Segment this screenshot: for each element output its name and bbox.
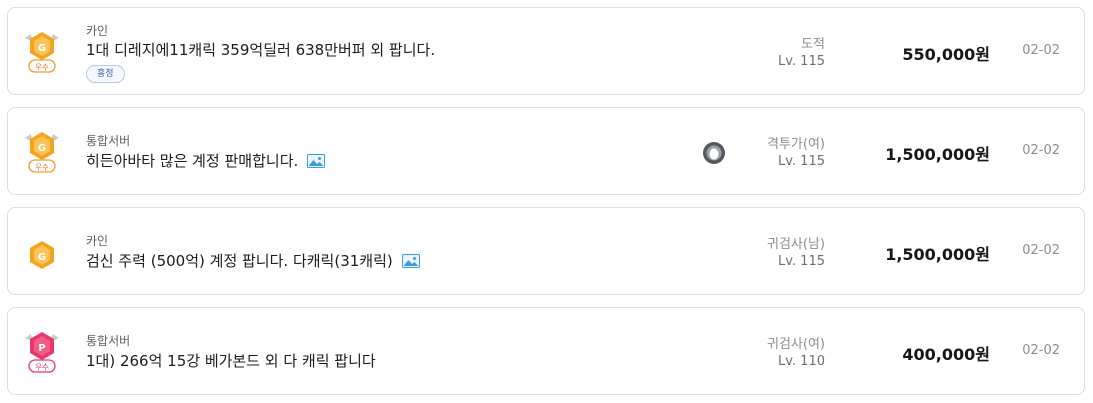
- character-level: Lv. 110: [777, 354, 825, 369]
- character-class: 격투가(여): [767, 137, 825, 152]
- svg-text:G: G: [38, 43, 46, 54]
- listing-title[interactable]: 검신 주력 (500억) 계정 팝니다. 다캐릭(31캐릭): [86, 250, 420, 271]
- gold-seller-badge-icon: G 우수: [22, 128, 62, 174]
- server-name: 카인: [86, 234, 109, 248]
- listing-list: G 우수 카인 1대 디레지에11캐릭 359억딜러 638만버퍼 외 팝니다.…: [0, 0, 1093, 403]
- svg-text:G: G: [38, 143, 46, 154]
- character-class: 도적: [801, 37, 825, 52]
- post-date: 02-02: [1022, 243, 1060, 258]
- badge-label: 우수: [35, 163, 49, 172]
- badge-label: 우수: [35, 363, 49, 372]
- image-attached-icon: [401, 253, 420, 268]
- post-date: 02-02: [1022, 143, 1060, 158]
- listing-title-text: 1대) 266억 15강 베가본드 외 다 캐릭 팝니다: [86, 352, 376, 370]
- negotiable-tag: 흥정: [86, 65, 125, 83]
- listing-title[interactable]: 1대) 266억 15강 베가본드 외 다 캐릭 팝니다: [86, 350, 376, 371]
- post-date: 02-02: [1022, 343, 1060, 358]
- listing-title[interactable]: 1대 디레지에11캐릭 359억딜러 638만버퍼 외 팝니다.: [86, 39, 435, 60]
- server-name: 통합서버: [86, 334, 131, 348]
- svg-text:G: G: [38, 252, 46, 263]
- listing-title-text: 1대 디레지에11캐릭 359억딜러 638만버퍼 외 팝니다.: [86, 41, 436, 59]
- gold-seller-badge-icon: G 우수: [22, 28, 62, 74]
- character-class: 귀검사(여): [767, 337, 825, 352]
- listing-row[interactable]: G 우수 통합서버 히든아바타 많은 계정 판매합니다. 격투가(여) Lv. …: [7, 107, 1085, 195]
- character-level: Lv. 115: [777, 154, 825, 169]
- gold-seller-badge-icon: G: [22, 228, 62, 274]
- character-class: 귀검사(남): [767, 237, 825, 252]
- price: 1,500,000원: [885, 245, 990, 264]
- svg-text:P: P: [38, 343, 45, 354]
- listing-row[interactable]: G 우수 카인 1대 디레지에11캐릭 359억딜러 638만버퍼 외 팝니다.…: [7, 7, 1085, 95]
- price: 1,500,000원: [885, 145, 990, 164]
- listing-row[interactable]: G 카인 검신 주력 (500억) 계정 팝니다. 다캐릭(31캐릭) 귀검사(…: [7, 207, 1085, 295]
- server-name: 통합서버: [86, 134, 131, 148]
- character-level: Lv. 115: [777, 254, 825, 269]
- price: 550,000원: [902, 45, 990, 64]
- character-level: Lv. 115: [777, 54, 825, 69]
- price: 400,000원: [902, 345, 990, 364]
- listing-title-text: 히든아바타 많은 계정 판매합니다.: [86, 152, 299, 170]
- badge-label: 우수: [35, 63, 49, 72]
- listing-title[interactable]: 히든아바타 많은 계정 판매합니다.: [86, 150, 326, 171]
- server-name: 카인: [86, 24, 109, 38]
- post-date: 02-02: [1022, 43, 1060, 58]
- seller-avatar: [702, 141, 726, 165]
- listing-row[interactable]: P 우수 통합서버 1대) 266억 15강 베가본드 외 다 캐릭 팝니다 귀…: [7, 307, 1085, 395]
- listing-title-text: 검신 주력 (500억) 계정 팝니다. 다캐릭(31캐릭): [86, 252, 393, 270]
- image-attached-icon: [307, 153, 326, 168]
- power-seller-badge-icon: P 우수: [22, 328, 62, 374]
